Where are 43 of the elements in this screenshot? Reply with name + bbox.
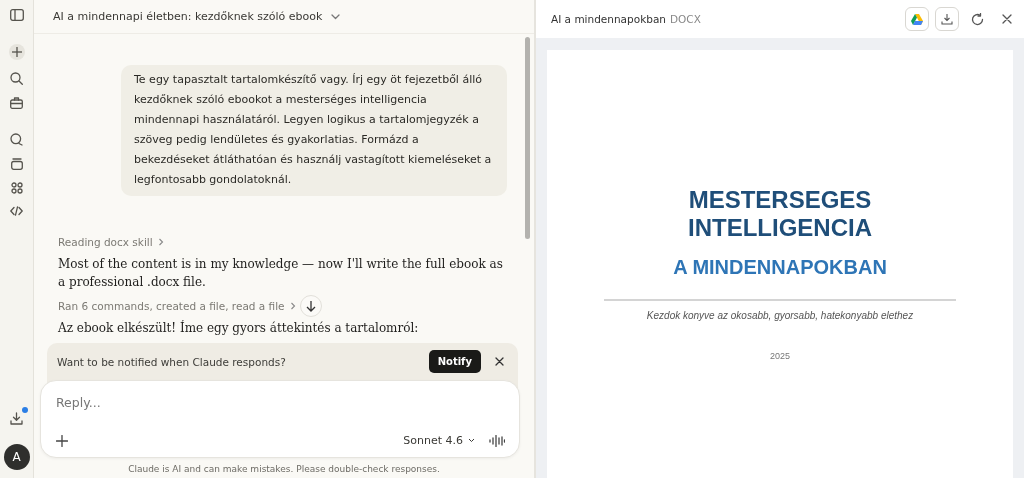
chevron-right-icon bbox=[157, 238, 164, 246]
archive-icon[interactable] bbox=[10, 158, 23, 170]
voice-waveform-icon[interactable] bbox=[489, 434, 505, 447]
chevron-down-icon[interactable] bbox=[331, 13, 341, 20]
add-icon[interactable] bbox=[56, 434, 68, 447]
close-icon[interactable] bbox=[495, 357, 504, 366]
notification-text: Want to be notified when Claude responds? bbox=[57, 355, 287, 368]
tool-summary-link[interactable]: Reading docx skill bbox=[58, 233, 164, 251]
model-selector[interactable]: Sonnet 4.6 bbox=[403, 434, 475, 447]
file-type: DOCX bbox=[670, 13, 701, 25]
assistant-text: Most of the content is in my knowledge — now I'll write the full ebook as a professional .docx file. bbox=[58, 256, 504, 291]
refresh-icon[interactable] bbox=[971, 12, 984, 26]
document-year: 2025 bbox=[770, 351, 790, 361]
scrollbar[interactable] bbox=[525, 37, 530, 239]
disclaimer-text: Claude is AI and can make mistakes. Please double-check responses. bbox=[127, 463, 441, 476]
apps-icon[interactable] bbox=[10, 182, 23, 194]
document-tagline: Kezdok konyve az okosabb, gyorsabb, hatekonyabb elethez bbox=[646, 310, 914, 321]
code-icon[interactable] bbox=[10, 206, 23, 216]
drive-button[interactable] bbox=[905, 7, 929, 31]
chevron-right-icon bbox=[289, 302, 296, 310]
scroll-down-button[interactable] bbox=[300, 295, 322, 317]
arrow-down-icon bbox=[306, 300, 316, 312]
document-title: MESTERSEGES bbox=[688, 186, 872, 214]
file-title: AI a mindennapokban bbox=[551, 13, 666, 25]
tool-summary-link[interactable]: Ran 6 commands, created a file, read a file bbox=[58, 297, 296, 315]
new-chat-button[interactable] bbox=[8, 44, 25, 60]
drive-icon bbox=[911, 13, 923, 25]
reply-field[interactable]: Reply... bbox=[56, 395, 256, 410]
document-title: INTELLIGENCIA bbox=[688, 214, 872, 242]
sidebar-toggle-icon[interactable] bbox=[9, 9, 24, 21]
search-icon[interactable] bbox=[10, 72, 23, 85]
download-button[interactable] bbox=[935, 7, 959, 31]
chevron-down-icon bbox=[468, 438, 475, 443]
close-icon[interactable] bbox=[1002, 14, 1012, 24]
document-subtitle: A MINDENNAPOKBAN bbox=[673, 256, 887, 279]
download-icon bbox=[941, 13, 953, 25]
user-avatar[interactable]: A bbox=[3, 444, 30, 470]
download-icon[interactable] bbox=[10, 412, 23, 425]
conversation-title[interactable]: AI a mindennapi életben: kezdőknek szóló ebook bbox=[53, 10, 323, 23]
assistant-text: Az ebook elkészült! Íme egy gyors áttekintés a tartalomról: bbox=[58, 319, 420, 337]
briefcase-icon[interactable] bbox=[10, 97, 23, 109]
notify-button[interactable]: Notify bbox=[428, 350, 481, 373]
user-message: Te egy tapasztalt tartalomkészítő vagy. Írj egy öt fejezetből álló kezdőknek szóló ebookot a mesterséges intelligencia mindennapi használatáról. Legyen logikus a tartalomjegyzék a szöveg pedig lendületes és gyakorlatias. Formázd a bekezdéseket átláthatóan és használj vastagított kiemeléseket a legfontosabb gondolatoknál. bbox=[121, 65, 507, 196]
